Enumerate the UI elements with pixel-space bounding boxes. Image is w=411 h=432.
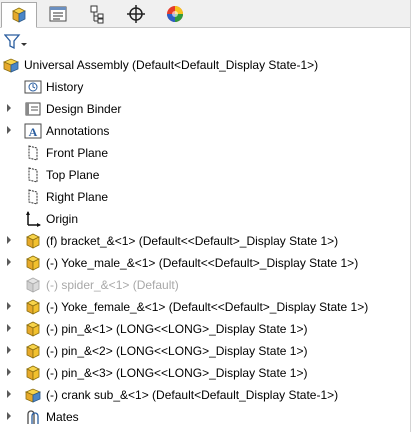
tree-root-label: Universal Assembly (Default<Default_Disp… <box>24 58 319 72</box>
tab-dimxpert-manager[interactable] <box>118 2 154 26</box>
manager-tab-bar <box>0 0 411 28</box>
part-icon <box>26 321 40 337</box>
tree-item-mates[interactable]: Mates <box>0 406 411 428</box>
tree-item-label: Front Plane <box>46 146 109 160</box>
tree-item-label: Mates <box>46 410 79 424</box>
annotations-icon: A <box>24 123 42 139</box>
dimxpert-crosshair-icon <box>127 5 145 23</box>
tree-item-label: (-) pin_&<3> (LONG<<LONG>_Display State … <box>46 366 308 380</box>
filter-button[interactable] <box>3 34 28 50</box>
expand-arrow-icon[interactable] <box>7 126 11 134</box>
expand-arrow-icon[interactable] <box>7 346 11 354</box>
tree-item-label: (-) Yoke_female_&<1> (Default<<Default>_… <box>46 300 369 314</box>
plane-icon <box>28 167 38 183</box>
expand-arrow-icon[interactable] <box>7 368 11 376</box>
tree-item-annotations[interactable]: A Annotations <box>0 120 411 142</box>
display-manager-icon <box>167 6 183 22</box>
tree-item-label: History <box>46 80 84 94</box>
part-suppressed-icon <box>26 277 40 293</box>
part-icon <box>26 233 40 249</box>
tab-feature-manager[interactable] <box>1 2 37 28</box>
tree-item-label: Annotations <box>46 124 110 138</box>
tree-item-label: (-) spider_&<1> (Default) <box>46 278 179 292</box>
tree-item-label: (-) pin_&<2> (LONG<<LONG>_Display State … <box>46 344 308 358</box>
tree-item-pin-1[interactable]: (-) pin_&<1> (LONG<<LONG>_Display State … <box>0 318 411 340</box>
tree-item-front-plane[interactable]: Front Plane <box>0 142 411 164</box>
tree-item-design-binder[interactable]: Design Binder <box>0 98 411 120</box>
tree-item-pin-3[interactable]: (-) pin_&<3> (LONG<<LONG>_Display State … <box>0 362 411 384</box>
expand-arrow-icon[interactable] <box>7 324 11 332</box>
tree-item-spider[interactable]: (-) spider_&<1> (Default) <box>0 274 411 296</box>
tree-item-history[interactable]: History <box>0 76 411 98</box>
part-icon <box>26 255 40 271</box>
tree-item-label: Origin <box>46 212 79 226</box>
tree-item-bracket[interactable]: (f) bracket_&<1> (Default<<Default>_Disp… <box>0 230 411 252</box>
filter-icon <box>3 34 27 50</box>
part-icon <box>26 299 40 315</box>
expand-arrow-icon[interactable] <box>7 258 11 266</box>
tab-display-manager[interactable] <box>157 2 193 26</box>
tree-item-origin[interactable]: Origin <box>0 208 411 230</box>
filter-bar <box>0 28 411 56</box>
tree-item-top-plane[interactable]: Top Plane <box>0 164 411 186</box>
assembly-icon <box>24 388 42 403</box>
expand-arrow-icon[interactable] <box>7 390 11 398</box>
tab-property-manager[interactable] <box>40 2 76 26</box>
tree-item-label: Right Plane <box>46 190 109 204</box>
svg-text:A: A <box>29 125 38 139</box>
configuration-manager-icon <box>90 5 104 24</box>
tree-item-label: Top Plane <box>46 168 100 182</box>
expand-arrow-icon[interactable] <box>7 236 11 244</box>
tree-item-yoke-female[interactable]: (-) Yoke_female_&<1> (Default<<Default>_… <box>0 296 411 318</box>
expand-arrow-icon[interactable] <box>7 302 11 310</box>
tree-item-label: Design Binder <box>46 102 122 116</box>
mates-icon <box>27 410 39 424</box>
tree-root[interactable]: Universal Assembly (Default<Default_Disp… <box>0 54 411 76</box>
tree-item-label: (-) crank sub_&<1> (Default<Default_Disp… <box>46 388 339 402</box>
tab-configuration-manager[interactable] <box>79 2 115 26</box>
tree-item-label: (-) pin_&<1> (LONG<<LONG>_Display State … <box>46 322 308 336</box>
part-icon <box>26 365 40 381</box>
tree-item-label: (f) bracket_&<1> (Default<<Default>_Disp… <box>46 234 339 248</box>
design-binder-icon <box>25 102 41 116</box>
tree-item-right-plane[interactable]: Right Plane <box>0 186 411 208</box>
tree-item-yoke-male[interactable]: (-) Yoke_male_&<1> (Default<<Default>_Di… <box>0 252 411 274</box>
feature-manager-icon <box>12 7 26 23</box>
plane-icon <box>28 145 38 161</box>
plane-icon <box>28 189 38 205</box>
part-icon <box>26 343 40 359</box>
property-manager-icon <box>49 6 67 22</box>
assembly-icon <box>2 58 20 73</box>
origin-icon <box>26 211 41 227</box>
history-icon <box>24 80 42 94</box>
expand-arrow-icon[interactable] <box>7 104 11 112</box>
tree-item-crank-sub[interactable]: (-) crank sub_&<1> (Default<Default_Disp… <box>0 384 411 406</box>
tree-item-label: (-) Yoke_male_&<1> (Default<<Default>_Di… <box>46 256 359 270</box>
tree-item-pin-2[interactable]: (-) pin_&<2> (LONG<<LONG>_Display State … <box>0 340 411 362</box>
expand-arrow-icon[interactable] <box>7 412 11 420</box>
